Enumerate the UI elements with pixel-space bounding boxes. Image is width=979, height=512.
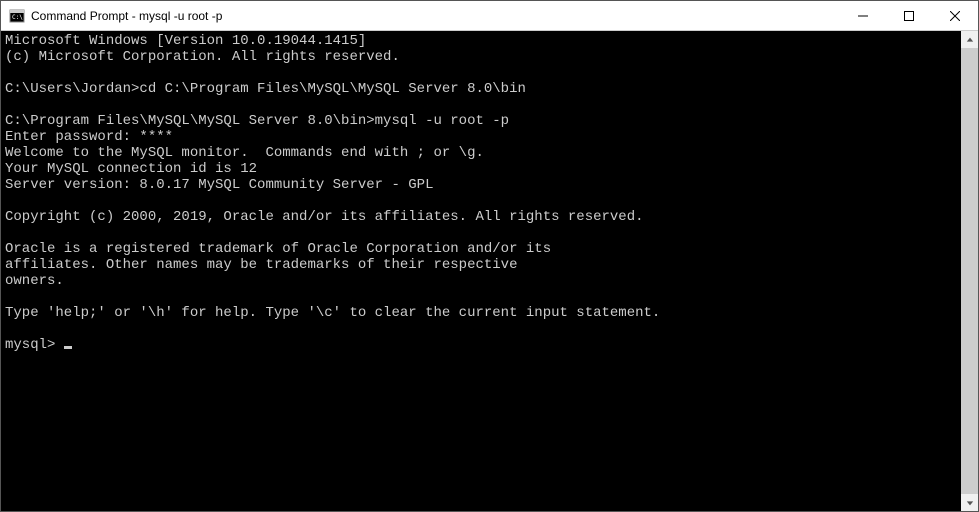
terminal-line <box>5 289 957 305</box>
terminal-line <box>5 321 957 337</box>
terminal-line <box>5 225 957 241</box>
terminal-line: owners. <box>5 273 957 289</box>
window-controls <box>840 1 978 30</box>
terminal-line: affiliates. Other names may be trademark… <box>5 257 957 273</box>
titlebar[interactable]: C:\ Command Prompt - mysql -u root -p <box>1 1 978 31</box>
terminal-line <box>5 65 957 81</box>
terminal-line: Oracle is a registered trademark of Orac… <box>5 241 957 257</box>
terminal-line: Microsoft Windows [Version 10.0.19044.14… <box>5 33 957 49</box>
terminal-line: C:\Users\Jordan>cd C:\Program Files\MySQ… <box>5 81 957 97</box>
terminal-line: Server version: 8.0.17 MySQL Community S… <box>5 177 957 193</box>
close-button[interactable] <box>932 1 978 30</box>
scroll-up-arrow-icon[interactable] <box>961 31 978 48</box>
terminal-line: Welcome to the MySQL monitor. Commands e… <box>5 145 957 161</box>
scroll-down-arrow-icon[interactable] <box>961 494 978 511</box>
scroll-thumb[interactable] <box>961 48 978 494</box>
terminal-line <box>5 193 957 209</box>
svg-text:C:\: C:\ <box>12 14 23 21</box>
terminal-area: Microsoft Windows [Version 10.0.19044.14… <box>1 31 978 511</box>
scroll-track[interactable] <box>961 48 978 494</box>
cmd-icon: C:\ <box>9 8 25 24</box>
maximize-button[interactable] <box>886 1 932 30</box>
terminal-line: Copyright (c) 2000, 2019, Oracle and/or … <box>5 209 957 225</box>
window-title: Command Prompt - mysql -u root -p <box>31 9 840 23</box>
cursor-icon <box>64 346 72 349</box>
terminal-line: C:\Program Files\MySQL\MySQL Server 8.0\… <box>5 113 957 129</box>
terminal-line <box>5 97 957 113</box>
minimize-button[interactable] <box>840 1 886 30</box>
terminal-line: (c) Microsoft Corporation. All rights re… <box>5 49 957 65</box>
terminal-line: Type 'help;' or '\h' for help. Type '\c'… <box>5 305 957 321</box>
terminal-content[interactable]: Microsoft Windows [Version 10.0.19044.14… <box>1 31 961 511</box>
terminal-line: Enter password: **** <box>5 129 957 145</box>
vertical-scrollbar[interactable] <box>961 31 978 511</box>
terminal-prompt-line[interactable]: mysql> <box>5 337 957 353</box>
terminal-line: Your MySQL connection id is 12 <box>5 161 957 177</box>
